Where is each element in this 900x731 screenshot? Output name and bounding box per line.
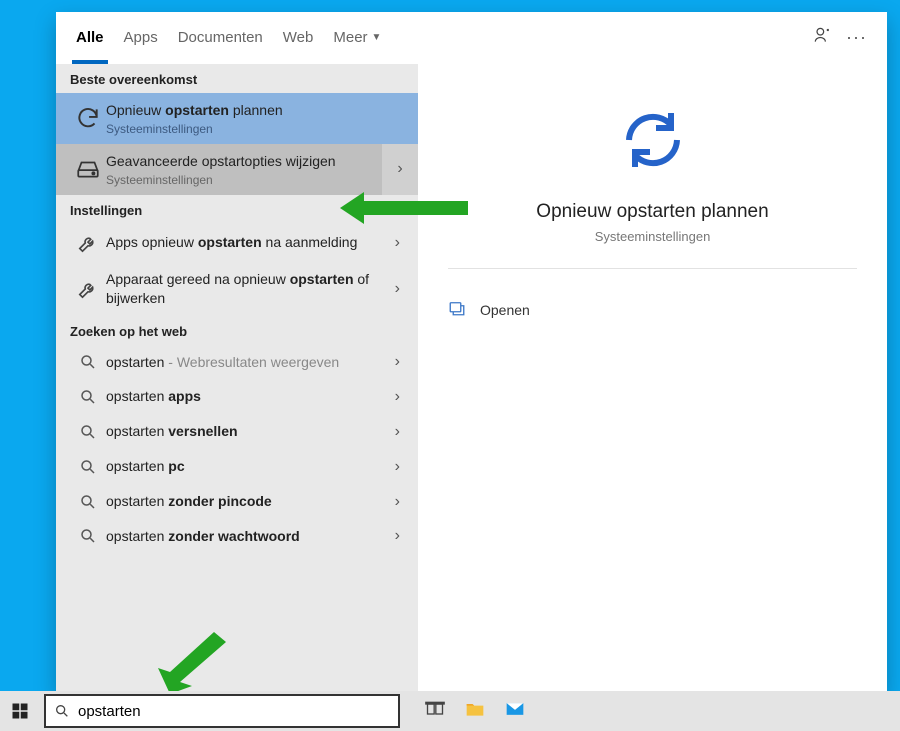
restart-large-icon — [418, 104, 887, 181]
search-tabs: Alle Apps Documenten Web Meer▼ ··· — [56, 12, 887, 64]
chevron-right-icon: › — [387, 234, 408, 252]
taskbar-search-box[interactable] — [44, 694, 400, 728]
more-options-icon[interactable]: ··· — [846, 27, 867, 48]
windows-search-panel: Alle Apps Documenten Web Meer▼ ··· Beste… — [56, 12, 887, 692]
start-button[interactable] — [0, 691, 40, 731]
search-icon — [54, 703, 70, 719]
feedback-icon[interactable] — [812, 25, 832, 50]
section-settings: Instellingen — [56, 195, 418, 224]
web-result-4[interactable]: opstarten zonder pincode › — [56, 484, 418, 519]
task-view-icon[interactable] — [424, 699, 446, 724]
tab-documents[interactable]: Documenten — [168, 12, 273, 64]
tab-web[interactable]: Web — [273, 12, 324, 64]
preview-pane: Opnieuw opstarten plannen Systeeminstell… — [418, 64, 887, 692]
chevron-down-icon: ▼ — [372, 32, 382, 43]
chevron-right-icon: › — [387, 527, 408, 545]
web-result-2[interactable]: opstarten versnellen › — [56, 414, 418, 449]
wrench-icon — [70, 232, 106, 254]
chevron-right-icon: › — [387, 423, 408, 441]
tab-apps[interactable]: Apps — [114, 12, 168, 64]
chevron-right-icon: › — [387, 388, 408, 406]
wrench-icon — [70, 278, 106, 300]
chevron-right-icon: › — [387, 280, 408, 298]
disk-icon — [70, 156, 106, 182]
result-settings-device-ready[interactable]: Apparaat gereed na opnieuw opstarten of … — [56, 262, 418, 316]
tab-more[interactable]: Meer▼ — [323, 12, 391, 64]
web-result-5[interactable]: opstarten zonder wachtwoord › — [56, 519, 418, 554]
preview-title: Opnieuw opstarten plannen — [418, 201, 887, 223]
search-icon — [70, 388, 106, 406]
search-icon — [70, 423, 106, 441]
chevron-right-icon: › — [387, 458, 408, 476]
section-web: Zoeken op het web — [56, 316, 418, 345]
divider — [448, 268, 857, 269]
section-best-match: Beste overeenkomst — [56, 64, 418, 93]
tab-all[interactable]: Alle — [66, 12, 114, 64]
open-icon — [448, 299, 466, 320]
web-result-3[interactable]: opstarten pc › — [56, 449, 418, 484]
search-icon — [70, 493, 106, 511]
open-action[interactable]: Openen — [418, 293, 887, 326]
expand-result-button[interactable]: › — [382, 144, 418, 195]
restart-icon — [70, 105, 106, 131]
open-label: Openen — [480, 302, 530, 318]
result-advanced-startup[interactable]: Geavanceerde opstartopties wijzigen Syst… — [56, 144, 418, 195]
result-restart-schedule[interactable]: Opnieuw opstarten plannen Systeeminstell… — [56, 93, 418, 144]
result-settings-apps-restart[interactable]: Apps opnieuw opstarten na aanmelding › — [56, 224, 418, 262]
chevron-right-icon: › — [387, 493, 408, 511]
file-explorer-icon[interactable] — [464, 699, 486, 724]
mail-icon[interactable] — [504, 699, 526, 724]
web-result-1[interactable]: opstarten apps › — [56, 379, 418, 414]
web-result-0[interactable]: opstarten - Webresultaten weergeven › — [56, 345, 418, 380]
search-icon — [70, 527, 106, 545]
taskbar — [0, 691, 900, 731]
preview-subtitle: Systeeminstellingen — [418, 229, 887, 244]
chevron-right-icon: › — [387, 353, 408, 371]
results-column: Beste overeenkomst Opnieuw opstarten pla… — [56, 64, 418, 692]
search-icon — [70, 458, 106, 476]
search-icon — [70, 353, 106, 371]
taskbar-search-input[interactable] — [78, 703, 390, 720]
